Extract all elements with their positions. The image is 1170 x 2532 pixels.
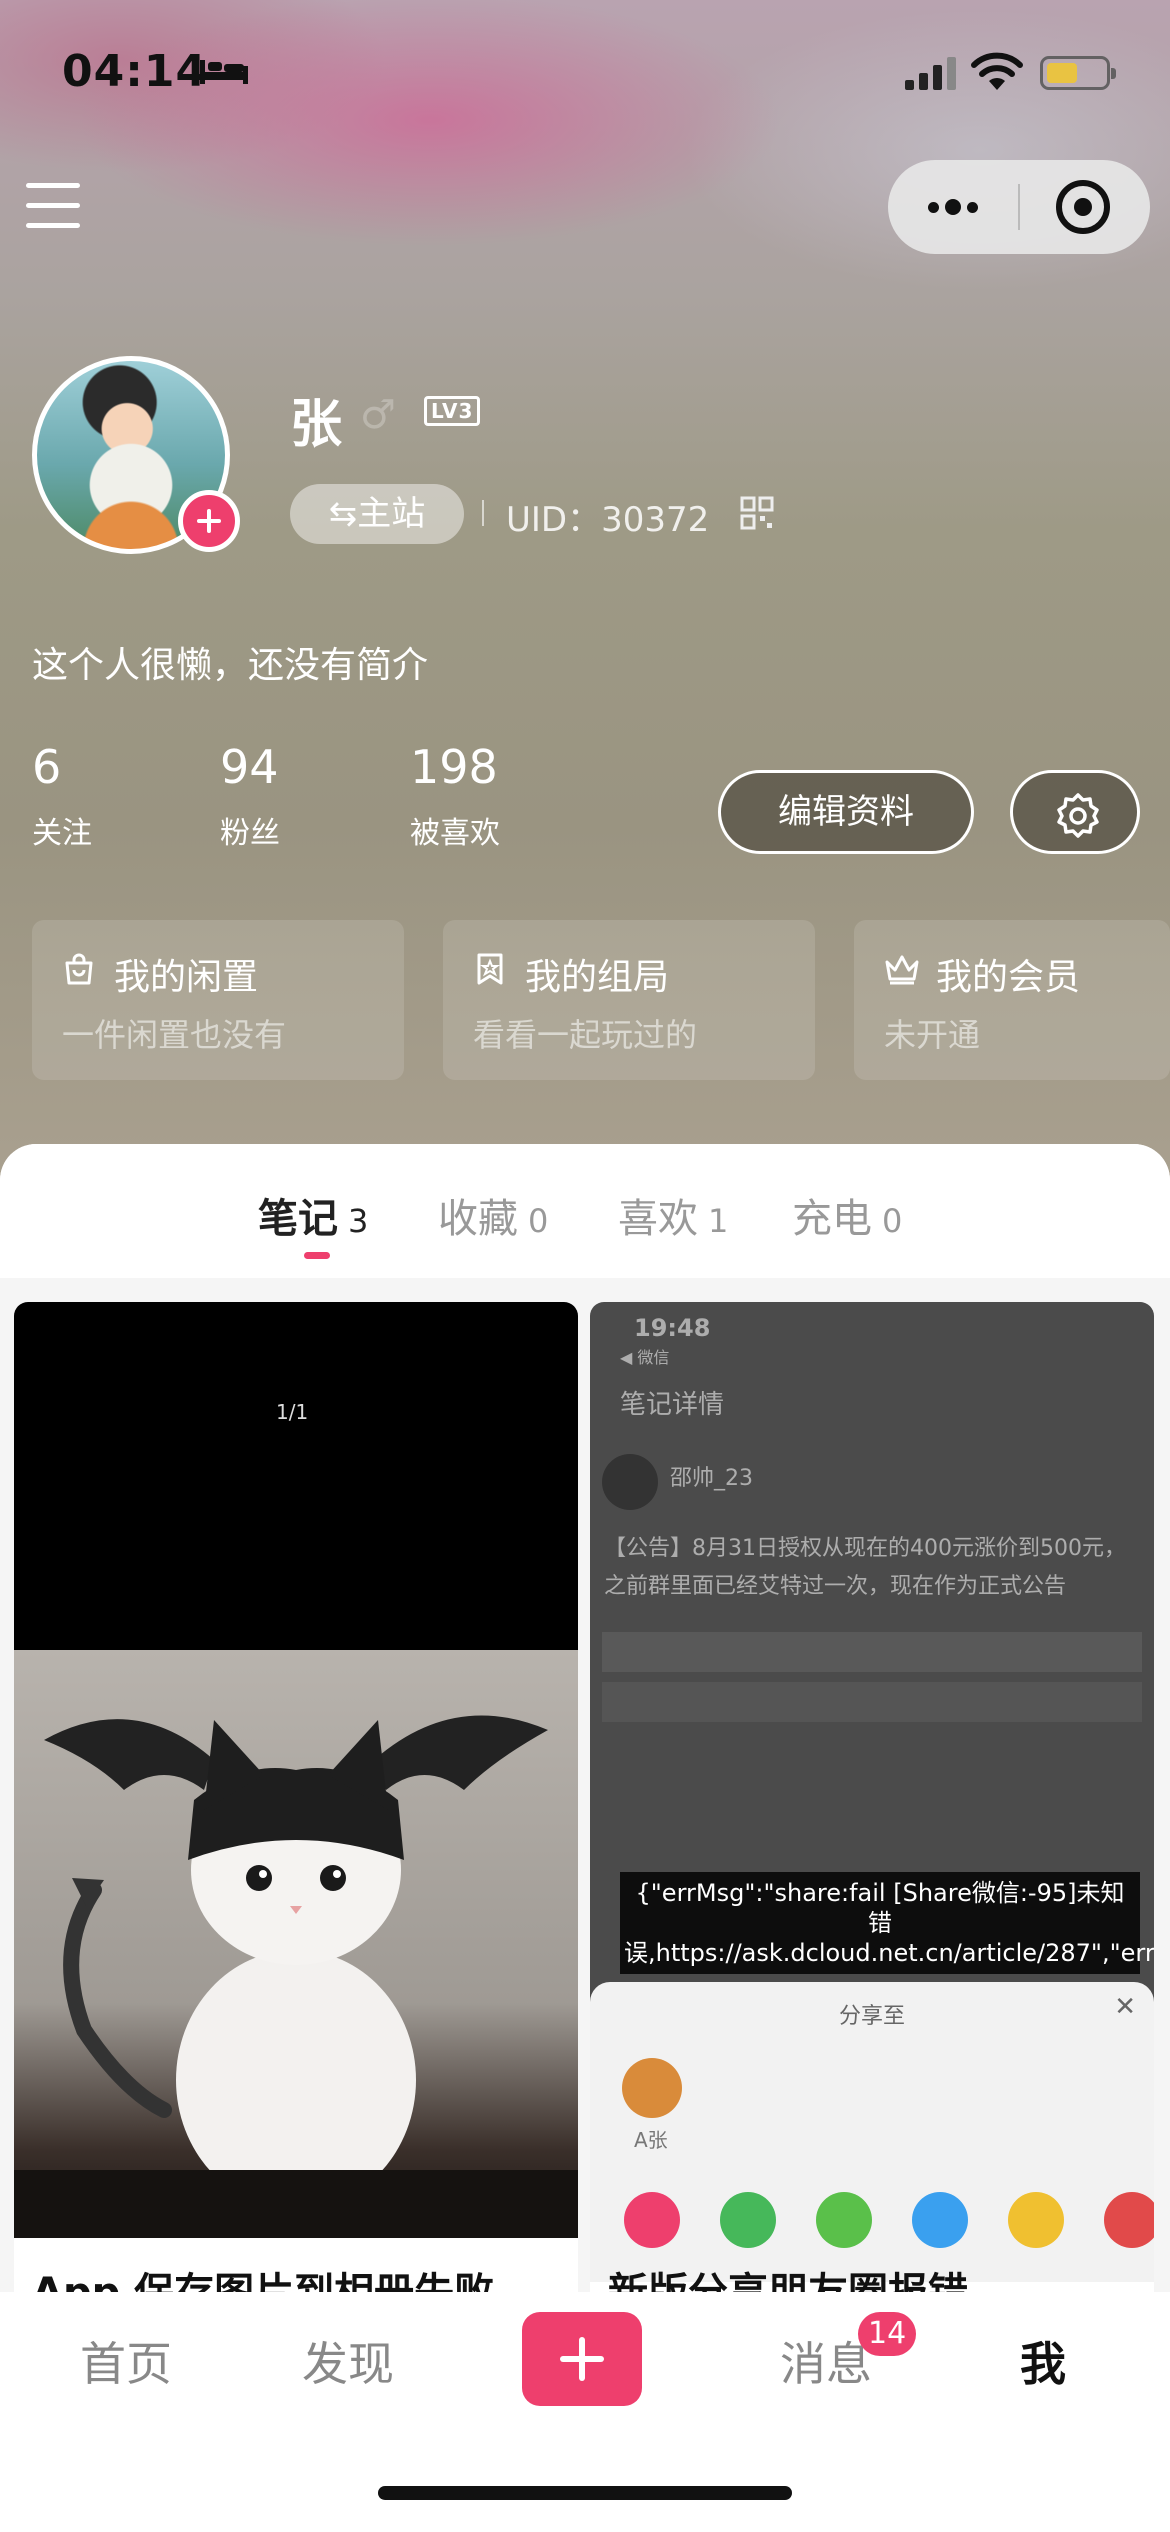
share-sheet: 分享至 ✕ A张 [590, 1982, 1154, 2282]
screenshot-user: 邵帅_23 [670, 1466, 753, 1491]
screenshot-option [602, 1682, 1142, 1722]
share-close-icon: ✕ [1114, 1992, 1136, 2022]
username: 张 [290, 395, 343, 455]
tab-likes-label: 喜欢 [618, 1196, 698, 1242]
card-group-sub: 看看一起玩过的 [473, 1016, 698, 1054]
favorite-icon [1008, 2192, 1064, 2248]
main-site-button[interactable]: ⇆主站 [290, 484, 464, 544]
tab-collections-label: 收藏 [438, 1196, 518, 1242]
gender-icon: ♂ [360, 392, 396, 438]
image-pager: 1/1 [276, 1400, 309, 1424]
bookmark-star-icon [477, 953, 503, 985]
screenshot-avatar [602, 1454, 658, 1510]
uid-divider [482, 500, 484, 526]
sleep-focus-icon [200, 60, 248, 84]
tab-discover[interactable]: 发现 [302, 2328, 394, 2394]
stat-liked-label: 被喜欢 [410, 816, 500, 851]
status-bar: 04:14 [0, 0, 1170, 150]
share-contact-name: A张 [634, 2128, 668, 2152]
wifi-icon [971, 52, 1023, 90]
capsule-divider [1018, 184, 1020, 230]
tab-charge-label: 充电 [792, 1196, 872, 1242]
screenshot-option [602, 1632, 1142, 1672]
stat-fans[interactable]: 94 粉丝 [220, 740, 280, 852]
more-options-icon[interactable] [888, 160, 1018, 254]
edit-profile-button[interactable]: 编辑资料 [718, 770, 974, 854]
tab-notes-label: 笔记 [258, 1196, 338, 1242]
wechat-icon [720, 2192, 776, 2248]
battery-icon [1040, 56, 1116, 90]
share-target-icon [624, 2192, 680, 2248]
note-card[interactable]: 19:48 ◀ 微信 笔记详情 邵帅_23 【公告】8月31日授权从现在的400… [590, 1302, 1154, 2402]
note-cover-image: 1/1 [14, 1302, 578, 2238]
mini-program-capsule [888, 160, 1150, 254]
card-membership-sub: 未开通 [884, 1016, 981, 1054]
bag-icon [65, 953, 93, 985]
settings-button[interactable] [1010, 770, 1140, 854]
level-badge: LV3 [424, 396, 481, 426]
gear-icon [1057, 793, 1099, 838]
messages-badge: 14 [858, 2312, 917, 2356]
share-sheet-title: 分享至 [838, 2004, 905, 2029]
note-cover-screenshot: 19:48 ◀ 微信 笔记详情 邵帅_23 【公告】8月31日授权从现在的400… [590, 1302, 1154, 2282]
tab-charge-count: 0 [882, 1202, 903, 1240]
cat-photo [14, 1650, 578, 2238]
menu-icon[interactable] [26, 183, 82, 229]
share-contact-avatar [622, 2058, 682, 2118]
profile-bio: 这个人很懒，还没有简介 [32, 645, 429, 686]
moments-icon [816, 2192, 872, 2248]
tab-charge[interactable]: 充电 0 [792, 1186, 902, 1244]
tab-collections[interactable]: 收藏 0 [438, 1186, 548, 1244]
cat-illustration [14, 1715, 578, 2238]
stat-fans-label: 粉丝 [220, 816, 280, 851]
stat-following[interactable]: 6 关注 [32, 740, 92, 852]
card-group[interactable]: 我的组局 看看一起玩过的 [443, 920, 815, 1080]
card-membership-title: 我的会员 [936, 957, 1081, 998]
qr-code-icon[interactable] [740, 496, 774, 530]
card-membership[interactable]: 我的会员 未开通 [854, 920, 1170, 1080]
tab-notes[interactable]: 笔记 3 [258, 1186, 368, 1244]
stat-liked[interactable]: 198 被喜欢 [410, 740, 500, 852]
screenshot-header-title: 笔记详情 [620, 1390, 725, 1420]
stat-following-count: 6 [32, 740, 62, 794]
active-tab-indicator [304, 1252, 330, 1259]
card-idle-title: 我的闲置 [114, 957, 259, 998]
screenshot-back-label: ◀ 微信 [620, 1348, 670, 1367]
note-card[interactable]: 1/1 [14, 1302, 578, 2402]
signal-icon [905, 57, 956, 90]
status-time: 04:14 [62, 46, 208, 97]
card-idle-items[interactable]: 我的闲置 一件闲置也没有 [32, 920, 404, 1080]
tab-likes[interactable]: 喜欢 1 [618, 1186, 728, 1244]
qq-icon [912, 2192, 968, 2248]
screenshot-text: 【公告】8月31日授权从现在的400元涨价到500元，之前群里面已经艾特过一次，… [604, 1536, 1126, 1599]
stat-fans-count: 94 [220, 740, 279, 794]
stat-following-label: 关注 [32, 816, 92, 851]
content-tabs: 笔记 3 收藏 0 喜欢 1 充电 0 [0, 1144, 1170, 1278]
tab-me[interactable]: 我 [1020, 2328, 1066, 2394]
create-post-button[interactable] [522, 2312, 642, 2406]
screenshot-time: 19:48 [634, 1314, 711, 1342]
stat-liked-count: 198 [410, 740, 498, 794]
tab-home[interactable]: 首页 [80, 2328, 172, 2394]
uid-text: UID：30372 [506, 500, 710, 540]
weibo-icon [1104, 2192, 1154, 2248]
tab-likes-count: 1 [708, 1202, 729, 1240]
error-toast: {"errMsg":"share:fail [Share微信:-95]未知错误,… [620, 1872, 1154, 1974]
avatar-add-icon[interactable] [178, 490, 240, 552]
card-idle-sub: 一件闲置也没有 [62, 1016, 287, 1054]
home-indicator [378, 2486, 792, 2500]
tab-notes-count: 3 [348, 1202, 369, 1240]
close-target-icon[interactable] [1056, 180, 1110, 234]
tab-collections-count: 0 [528, 1202, 549, 1240]
card-group-title: 我的组局 [525, 957, 670, 998]
crown-icon [885, 955, 919, 985]
